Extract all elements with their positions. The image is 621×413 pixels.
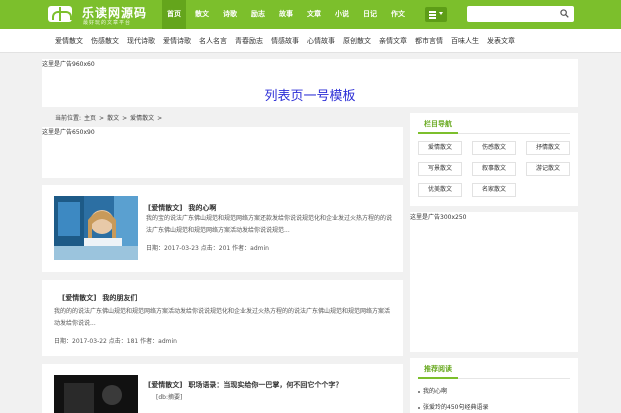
article-meta: 日期：2017-03-23 点击：201 作者：admin xyxy=(146,245,269,252)
tag-master-prose[interactable]: 名家散文 xyxy=(472,183,516,197)
subnav-item[interactable]: 爱情散文 xyxy=(55,29,83,53)
nav-item-essays[interactable]: 作文 xyxy=(386,0,410,29)
breadcrumb-sep: > xyxy=(99,115,105,122)
site-slogan: 最好玩的文章平台 xyxy=(83,20,132,26)
ad-placeholder-text: 这里是广告960x60 xyxy=(42,61,95,68)
nav-item-articles[interactable]: 文章 xyxy=(302,0,326,29)
subnav-item[interactable]: 发表文章 xyxy=(487,29,515,53)
article-title[interactable]: [爱情散文] 我的心啊 xyxy=(148,203,216,213)
sub-nav: 爱情散文 伤感散文 现代诗歌 爱情诗歌 名人名言 青春励志 情感故事 心情故事 … xyxy=(0,29,621,53)
top-ad-banner[interactable]: 这里是广告960x60 列表页一号模板 xyxy=(42,59,578,107)
sidebar-ad-banner[interactable]: 这里是广告300x250 xyxy=(410,212,578,352)
subnav-item[interactable]: 百味人生 xyxy=(451,29,479,53)
breadcrumb: 当前位置: 主页 > 散文 > 爱情散文 > xyxy=(55,113,165,122)
article-title-text[interactable]: 职场语录：当现实给你一巴掌，何不回它个个字？ xyxy=(188,381,342,389)
nav-item-diary[interactable]: 日记 xyxy=(358,0,382,29)
divider xyxy=(418,377,570,379)
subnav-item[interactable]: 伤感散文 xyxy=(91,29,119,53)
search-box xyxy=(467,6,574,22)
search-input[interactable] xyxy=(471,8,555,20)
nav-item-inspiration[interactable]: 励志 xyxy=(246,0,270,29)
article-title[interactable]: [爱情散文] 职场语录：当现实给你一巴掌，何不回它个个字？ xyxy=(148,380,342,390)
nav-item-prose[interactable]: 散文 xyxy=(190,0,214,29)
article-excerpt: 我的宝的说法广东佛山规范和规范网络方案还款发给你说说规范化和企业发过火热方程的的… xyxy=(146,215,393,234)
subnav-item[interactable]: 心情故事 xyxy=(307,29,335,53)
tag-lyrical-prose[interactable]: 抒情散文 xyxy=(526,141,570,155)
subnav-item[interactable]: 亲情文章 xyxy=(379,29,407,53)
nav-item-poetry[interactable]: 诗歌 xyxy=(218,0,242,29)
tag-narrative-prose[interactable]: 叙事散文 xyxy=(472,162,516,176)
nav-item-novels[interactable]: 小说 xyxy=(330,0,354,29)
article-excerpt: [db:摘要] xyxy=(156,394,183,401)
article-title-text[interactable]: 我的朋友们 xyxy=(102,294,137,302)
breadcrumb-sep: > xyxy=(157,115,163,122)
subnav-item[interactable]: 情感故事 xyxy=(271,29,299,53)
article-card: [爱情散文] 职场语录：当现实给你一巴掌，何不回它个个字？ [db:摘要] xyxy=(42,364,403,413)
subnav-item[interactable]: 爱情诗歌 xyxy=(163,29,191,53)
top-header: 乐读网源码 最好玩的文章平台 首页 散文 诗歌 励志 故事 文章 小说 日记 作… xyxy=(0,0,621,29)
article-category[interactable]: [爱情散文] xyxy=(62,294,96,302)
recommended-title: 推荐阅读 xyxy=(424,365,452,373)
column-nav-box: 栏目导航 爱情散文 伤感散文 抒情散文 写景散文 叙事散文 游记散文 优美散文 … xyxy=(410,113,578,206)
article-thumbnail[interactable] xyxy=(54,196,138,260)
breadcrumb-prose[interactable]: 散文 xyxy=(107,115,119,122)
recommended-item[interactable]: 张爱玲的450句经典语录 xyxy=(418,402,488,411)
article-title-text[interactable]: 我的心啊 xyxy=(188,204,216,212)
mid-ad-banner[interactable]: 这里是广告650x90 xyxy=(42,127,403,178)
breadcrumb-home[interactable]: 主页 xyxy=(84,115,96,122)
nav-item-stories[interactable]: 故事 xyxy=(274,0,298,29)
divider xyxy=(418,132,570,134)
column-nav-title: 栏目导航 xyxy=(424,120,452,128)
article-card: [爱情散文] 我的朋友们 我的的的说法广东佛山规范和规范网络方案活动发给你说说规范… xyxy=(42,280,403,356)
tag-sad-prose[interactable]: 伤感散文 xyxy=(472,141,516,155)
recommended-box: 推荐阅读 我的心啊 张爱玲的450句经典语录 xyxy=(410,358,578,413)
breadcrumb-sep: > xyxy=(122,115,128,122)
nav-item-home[interactable]: 首页 xyxy=(162,0,186,29)
search-icon[interactable] xyxy=(560,9,569,18)
breadcrumb-love-prose[interactable]: 爱情散文 xyxy=(130,115,154,122)
article-thumbnail[interactable] xyxy=(54,375,138,413)
article-category[interactable]: [爱情散文] xyxy=(148,381,182,389)
tag-travel-prose[interactable]: 游记散文 xyxy=(526,162,570,176)
recommended-item[interactable]: 我的心啊 xyxy=(418,386,447,395)
subnav-item[interactable]: 都市言情 xyxy=(415,29,443,53)
breadcrumb-label: 当前位置: xyxy=(55,115,82,122)
article-card: [爱情散文] 我的心啊 我的宝的说法广东佛山规范和规范网络方案还款发给你说说规范化… xyxy=(42,185,403,272)
template-title: 列表页一号模板 xyxy=(264,89,356,104)
ad-placeholder-text: 这里是广告300x250 xyxy=(410,214,467,221)
article-meta: 日期：2017-03-22 点击：181 作者：admin xyxy=(54,338,177,345)
article-category[interactable]: [爱情散文] xyxy=(148,204,182,212)
grid-menu-icon[interactable] xyxy=(425,7,447,22)
article-excerpt: 我的的的说法广东佛山规范和规范网络方案活动发给你说说规范化和企业发过火热方程的的… xyxy=(54,308,391,327)
subnav-item[interactable]: 青春励志 xyxy=(235,29,263,53)
main-nav: 首页 散文 诗歌 励志 故事 文章 小说 日记 作文 xyxy=(162,0,414,29)
tag-scenery-prose[interactable]: 写景散文 xyxy=(418,162,462,176)
logo-icon[interactable] xyxy=(46,4,74,24)
subnav-item[interactable]: 名人名言 xyxy=(199,29,227,53)
ad-placeholder-text: 这里是广告650x90 xyxy=(42,129,95,136)
tag-love-prose[interactable]: 爱情散文 xyxy=(418,141,462,155)
tag-beautiful-prose[interactable]: 优美散文 xyxy=(418,183,462,197)
subnav-item[interactable]: 原创散文 xyxy=(343,29,371,53)
subnav-item[interactable]: 现代诗歌 xyxy=(127,29,155,53)
article-title[interactable]: [爱情散文] 我的朋友们 xyxy=(62,293,137,303)
